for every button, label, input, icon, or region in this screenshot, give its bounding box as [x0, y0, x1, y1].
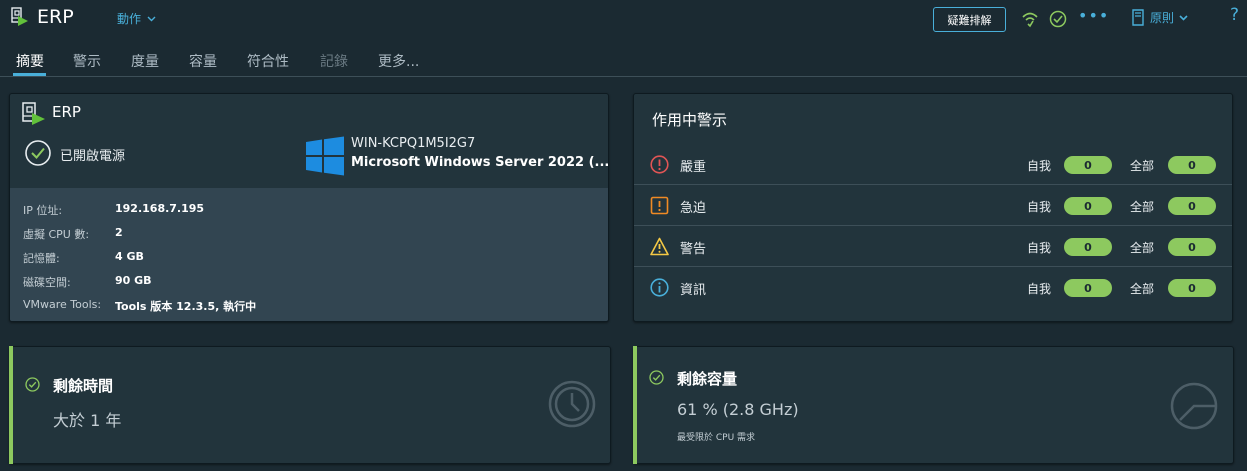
alert-row-immediate[interactable]: 急迫 自我 0 全部 0 [634, 185, 1232, 226]
host-name: WIN-KCPQ1M5I2G7 [351, 136, 476, 151]
property-label: 記憶體: [23, 252, 60, 265]
capacity-remaining-title: 剩餘容量 [677, 370, 738, 388]
immediate-icon [650, 196, 669, 215]
vm-properties: IP 位址: 192.168.7.195 虛擬 CPU 數: 2 記憶體: 4 … [10, 188, 608, 321]
status-ok-icon [25, 377, 40, 392]
critical-icon [650, 155, 669, 174]
windows-logo-icon [306, 136, 344, 176]
vm-summary-card: ERP 已開啟電源 WIN-KCPQ1M5I2G7 Microsoft Wind… [9, 93, 609, 322]
header: ERP 動作 疑難排解 ••• 原則 ? [0, 0, 1247, 38]
troubleshoot-button[interactable]: 疑難排解 [933, 7, 1006, 32]
status-ok-icon[interactable] [1049, 10, 1067, 28]
property-label: 虛擬 CPU 數: [23, 228, 90, 241]
tab-summary[interactable]: 摘要 [16, 51, 44, 71]
alert-row-warning[interactable]: 警告 自我 0 全部 0 [634, 226, 1232, 267]
property-value: 2 [115, 226, 123, 239]
policy-icon [1132, 9, 1144, 26]
more-options-icon[interactable]: ••• [1078, 6, 1109, 25]
help-icon[interactable]: ? [1230, 5, 1239, 25]
status-ok-icon [649, 370, 664, 385]
self-label: 自我 [1027, 241, 1052, 255]
property-value: Tools 版本 12.3.5, 執行中 [115, 300, 257, 313]
all-count-badge[interactable]: 0 [1168, 197, 1216, 215]
active-tab-indicator [13, 73, 46, 76]
capacity-constraint-note: 最受限於 CPU 需求 [677, 433, 756, 443]
property-row: 記憶體: 4 GB [23, 250, 144, 266]
vm-icon [22, 102, 45, 125]
property-row: 磁碟空間: 90 GB [23, 274, 152, 290]
property-value: 192.168.7.195 [115, 202, 205, 215]
self-label: 自我 [1027, 282, 1052, 296]
property-row: IP 位址: 192.168.7.195 [23, 202, 204, 218]
health-signal-icon[interactable] [1020, 10, 1040, 28]
alert-row-critical[interactable]: 嚴重 自我 0 全部 0 [634, 144, 1232, 185]
alert-label: 警告 [680, 242, 707, 257]
all-count-badge[interactable]: 0 [1168, 156, 1216, 174]
power-on-icon [25, 140, 51, 166]
time-remaining-value: 大於 1 年 [53, 411, 122, 430]
tab-more[interactable]: 更多... [378, 51, 419, 71]
vm-title: ERP [37, 6, 74, 28]
capacity-gauge-icon [1170, 382, 1218, 430]
warning-icon [650, 237, 669, 256]
chevron-down-icon [1179, 14, 1188, 21]
self-count-badge[interactable]: 0 [1064, 238, 1112, 256]
vm-icon [11, 7, 28, 26]
self-label: 自我 [1027, 200, 1052, 214]
clock-icon [548, 380, 596, 428]
policy-label: 原則 [1150, 11, 1175, 25]
time-remaining-title: 剩餘時間 [53, 377, 114, 395]
tab-alerts[interactable]: 警示 [73, 51, 101, 71]
property-value: 90 GB [115, 274, 152, 287]
alert-label: 資訊 [680, 283, 707, 298]
self-count-badge[interactable]: 0 [1064, 197, 1112, 215]
all-label: 全部 [1130, 282, 1155, 296]
property-label: VMware Tools: [23, 298, 102, 311]
tab-bar: 摘要 警示 度量 容量 符合性 記錄 更多... [0, 40, 1247, 77]
property-label: IP 位址: [23, 204, 63, 217]
chevron-down-icon [147, 16, 156, 21]
policy-menu[interactable]: 原則 [1131, 9, 1188, 26]
all-count-badge[interactable]: 0 [1168, 238, 1216, 256]
capacity-remaining-value: 61 % (2.8 GHz) [677, 400, 799, 419]
actions-label: 動作 [117, 12, 142, 26]
tab-capacity[interactable]: 容量 [189, 51, 217, 71]
actions-menu[interactable]: 動作 [117, 10, 156, 27]
property-row: 虛擬 CPU 數: 2 [23, 226, 123, 242]
alert-label: 嚴重 [680, 160, 707, 175]
all-label: 全部 [1130, 159, 1155, 173]
capacity-remaining-card[interactable]: 剩餘容量 61 % (2.8 GHz) 最受限於 CPU 需求 [633, 346, 1234, 464]
alerts-card-title: 作用中警示 [652, 111, 728, 129]
alert-label: 急迫 [680, 201, 707, 216]
os-name: Microsoft Windows Server 2022 (... [351, 155, 609, 170]
self-label: 自我 [1027, 159, 1052, 173]
info-icon [650, 278, 669, 297]
tab-logs: 記錄 [320, 54, 348, 70]
active-alerts-card: 作用中警示 嚴重 自我 0 全部 0 急迫 自我 0 全部 0 警告 自我 0 … [633, 93, 1233, 322]
tab-compliance[interactable]: 符合性 [247, 51, 289, 71]
time-remaining-card[interactable]: 剩餘時間 大於 1 年 [9, 346, 611, 464]
all-label: 全部 [1130, 200, 1155, 214]
alert-row-info[interactable]: 資訊 自我 0 全部 0 [634, 267, 1232, 308]
vm-card-title: ERP [52, 103, 81, 121]
vm-summary-header: ERP 已開啟電源 WIN-KCPQ1M5I2G7 Microsoft Wind… [10, 94, 608, 188]
all-count-badge[interactable]: 0 [1168, 279, 1216, 297]
tab-metrics[interactable]: 度量 [131, 51, 159, 71]
self-count-badge[interactable]: 0 [1064, 279, 1112, 297]
property-value: 4 GB [115, 250, 144, 263]
all-label: 全部 [1130, 241, 1155, 255]
self-count-badge[interactable]: 0 [1064, 156, 1112, 174]
property-label: 磁碟空間: [23, 276, 71, 289]
property-row: VMware Tools: Tools 版本 12.3.5, 執行中 [23, 298, 256, 314]
power-state: 已開啟電源 [60, 149, 126, 164]
